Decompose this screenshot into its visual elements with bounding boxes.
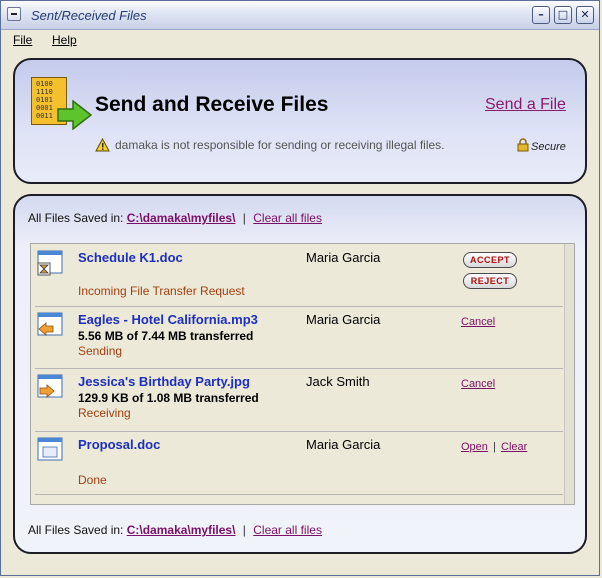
saved-location-top: All Files Saved in: C:\damaka\myfiles\ |… [28, 211, 322, 225]
disclaimer-text: damaka is not responsible for sending or… [115, 138, 445, 152]
saved-path-link[interactable]: C:\damaka\myfiles\ [127, 211, 236, 225]
minimize-button[interactable]: – [532, 6, 550, 24]
transfer-progress: 129.9 KB of 1.08 MB transferred [78, 391, 259, 405]
menu-help[interactable]: Help [52, 33, 77, 47]
cancel-link[interactable]: Cancel [461, 316, 495, 328]
transfer-row: Proposal.doc Maria Garcia Done Open | Cl… [35, 431, 563, 495]
transfer-status: Incoming File Transfer Request [78, 284, 245, 298]
transfer-status: Sending [78, 344, 123, 358]
clear-all-files-link[interactable]: Clear all files [253, 211, 322, 225]
warning-icon [95, 138, 110, 152]
hourglass-file-icon [37, 250, 63, 276]
file-name: Jessica's Birthday Party.jpg [78, 374, 250, 389]
transfer-progress: 5.56 MB of 7.44 MB transferred [78, 329, 254, 343]
page-title: Send and Receive Files [95, 93, 329, 116]
file-name: Schedule K1.doc [78, 250, 183, 265]
reject-button[interactable]: REJECT [463, 273, 517, 289]
menu-bar: File Help [1, 30, 599, 50]
maximize-button[interactable]: □ [554, 6, 572, 24]
send-file-icon [37, 312, 63, 336]
list-scrollbar[interactable] [564, 244, 574, 504]
saved-path-link[interactable]: C:\damaka\myfiles\ [127, 523, 236, 537]
transfers-panel: All Files Saved in: C:\damaka\myfiles\ |… [13, 194, 587, 554]
clear-link[interactable]: Clear [501, 441, 527, 453]
sender-name: Maria Garcia [306, 312, 381, 327]
sender-name: Maria Garcia [306, 250, 381, 265]
file-name: Proposal.doc [78, 437, 161, 452]
transfer-row: Schedule K1.doc Maria Garcia Incoming Fi… [35, 244, 563, 307]
send-file-link[interactable]: Send a File [485, 96, 566, 114]
system-menu-icon[interactable] [7, 7, 21, 21]
saved-location-bottom: All Files Saved in: C:\damaka\myfiles\ |… [28, 523, 322, 537]
transfer-row: Jessica's Birthday Party.jpg Jack Smith … [35, 368, 563, 432]
lock-icon [517, 138, 529, 152]
file-name: Eagles - Hotel California.mp3 [78, 312, 258, 327]
title-bar[interactable]: Sent/Received Files – □ ✕ [1, 1, 599, 30]
close-button[interactable]: ✕ [576, 6, 594, 24]
open-link[interactable]: Open [461, 441, 488, 453]
secure-label: Secure [531, 141, 566, 153]
action-separator: | [493, 441, 496, 453]
file-icon [37, 437, 63, 461]
transfer-status: Receiving [78, 406, 131, 420]
transfer-status: Done [78, 473, 107, 487]
sender-name: Jack Smith [306, 374, 370, 389]
transfer-list: Schedule K1.doc Maria Garcia Incoming Fi… [30, 243, 575, 505]
transfer-row: Eagles - Hotel California.mp3 Maria Garc… [35, 306, 563, 369]
cancel-link[interactable]: Cancel [461, 378, 495, 390]
receive-file-icon [37, 374, 63, 398]
green-arrow-icon [57, 100, 93, 130]
window-title: Sent/Received Files [31, 8, 147, 23]
app-window: Sent/Received Files – □ ✕ File Help 0100… [0, 0, 600, 576]
accept-button[interactable]: ACCEPT [463, 252, 517, 268]
menu-file[interactable]: File [13, 33, 32, 47]
clear-all-files-link[interactable]: Clear all files [253, 523, 322, 537]
sender-name: Maria Garcia [306, 437, 381, 452]
header-panel: 0100 1110 0101 0001 0011 Send and Receiv… [13, 58, 587, 184]
